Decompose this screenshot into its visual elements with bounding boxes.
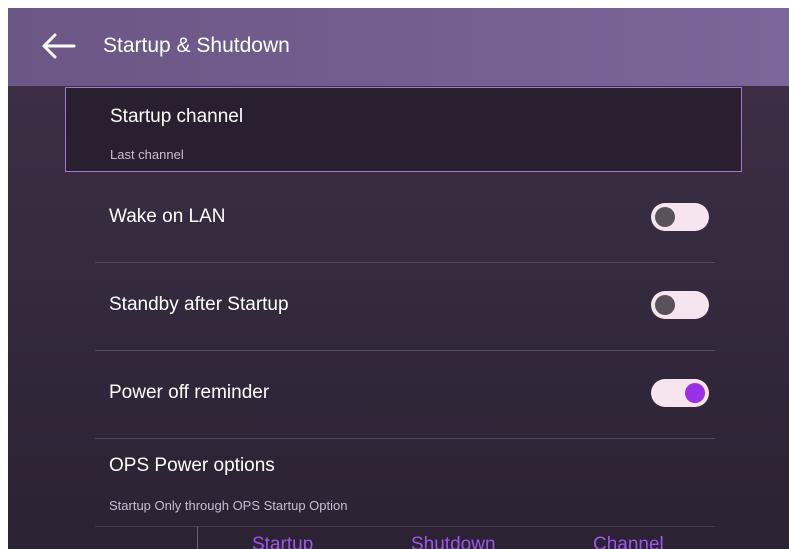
startup-channel-value: Last channel [110, 147, 184, 162]
divider [95, 438, 715, 439]
power-off-reminder-label: Power off reminder [109, 382, 270, 403]
divider [95, 262, 715, 263]
divider [95, 350, 715, 351]
power-off-reminder-toggle[interactable] [651, 379, 709, 407]
toggle-knob [685, 383, 705, 403]
toggle-knob [655, 295, 675, 315]
header-bar: Startup & Shutdown [8, 8, 789, 86]
wake-on-lan-toggle[interactable] [651, 203, 709, 231]
settings-screen: Startup & Shutdown Startup channel Last … [8, 8, 789, 549]
column-startup[interactable]: Startup [252, 534, 313, 549]
startup-channel-item[interactable]: Startup channel Last channel [65, 87, 742, 172]
standby-after-startup-row[interactable]: Standby after Startup [95, 264, 715, 350]
wake-on-lan-label: Wake on LAN [109, 206, 226, 227]
toggle-knob [655, 207, 675, 227]
power-off-reminder-row[interactable]: Power off reminder [95, 352, 715, 438]
column-channel[interactable]: Channel [593, 534, 664, 549]
divider [95, 526, 715, 527]
wake-on-lan-row[interactable]: Wake on LAN [95, 176, 715, 262]
arrow-left-icon [40, 32, 76, 65]
page-title: Startup & Shutdown [103, 34, 290, 57]
ops-power-options[interactable]: OPS Power options Startup Only through O… [95, 440, 715, 549]
ops-power-subtitle: Startup Only through OPS Startup Option [109, 498, 348, 513]
ops-power-title: OPS Power options [109, 455, 275, 476]
standby-after-startup-label: Standby after Startup [109, 294, 289, 315]
standby-after-startup-toggle[interactable] [651, 291, 709, 319]
column-shutdown[interactable]: Shutdown [411, 534, 496, 549]
startup-channel-title: Startup channel [110, 106, 244, 127]
back-button[interactable] [36, 30, 80, 66]
column-separator [197, 527, 198, 549]
